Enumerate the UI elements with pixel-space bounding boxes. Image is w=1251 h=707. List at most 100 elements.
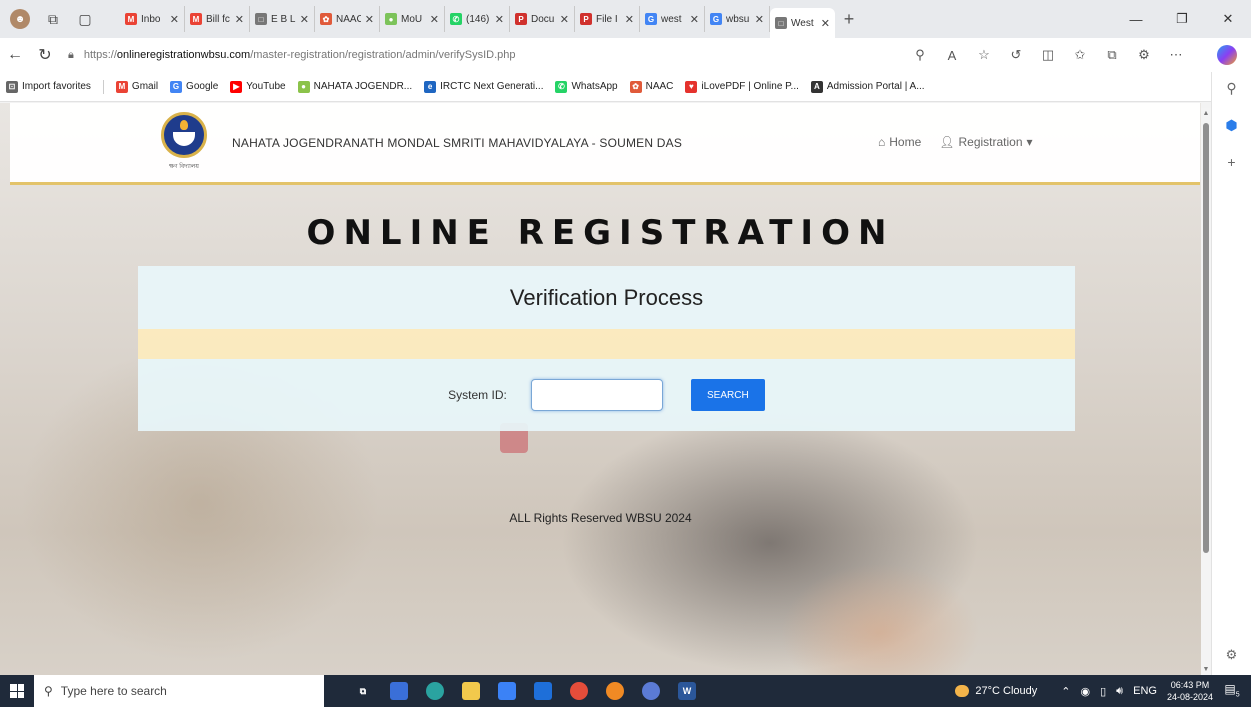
task-view-icon[interactable]: ⧉ xyxy=(354,682,372,700)
system-id-input[interactable] xyxy=(530,379,663,411)
office-icon[interactable]: ⬢ xyxy=(1225,117,1237,134)
favorite-link[interactable]: M Gmail xyxy=(115,80,158,93)
start-button[interactable] xyxy=(0,684,34,698)
favorite-label: Admission Portal | A... xyxy=(826,81,925,92)
volume-icon[interactable]: 🔊︎ xyxy=(1116,685,1123,698)
chevron-up-icon[interactable]: ⌃ xyxy=(1061,685,1070,698)
site-title: NAHATA JOGENDRANATH MONDAL SMRITI MAHAVI… xyxy=(232,136,683,150)
chrome-icon[interactable] xyxy=(570,682,588,700)
favorite-link[interactable]: ▶ YouTube xyxy=(230,80,286,93)
youtube-icon: ▶ xyxy=(230,80,243,93)
read-aloud-icon[interactable]: A xyxy=(945,48,959,63)
favorite-star-icon[interactable]: ☆ xyxy=(977,47,991,63)
browser-tab[interactable]: ● MoU ✕ xyxy=(380,6,445,32)
tab-close-icon[interactable]: ✕ xyxy=(495,13,504,26)
ilovepdf-icon: ♥ xyxy=(685,80,698,93)
profile-avatar[interactable]: ☻ xyxy=(10,9,30,29)
google-icon: G xyxy=(170,80,183,93)
new-tab-button[interactable]: + xyxy=(835,9,863,30)
copilot-icon[interactable] xyxy=(1217,45,1237,65)
refresh-button[interactable]: ↻ xyxy=(30,45,60,65)
tab-close-icon[interactable]: ✕ xyxy=(690,13,699,26)
nav-home-link[interactable]: ⌂ Home xyxy=(878,135,921,149)
copilot-app-icon[interactable] xyxy=(390,682,408,700)
browser-tab[interactable]: P File I ✕ xyxy=(575,6,640,32)
favorite-link[interactable]: ♥ iLovePDF | Online P... xyxy=(685,80,799,93)
browser-tab[interactable]: M Inbo ✕ xyxy=(120,6,185,32)
search-button[interactable]: SEARCH xyxy=(690,379,765,411)
scroll-down-arrow-icon[interactable]: ▼ xyxy=(1201,666,1211,673)
sidebar-settings-icon[interactable]: ⚙ xyxy=(1226,647,1238,663)
favorite-link[interactable]: ✆ WhatsApp xyxy=(555,80,618,93)
search-icon[interactable]: ⚲ xyxy=(1226,80,1236,97)
tab-close-icon[interactable]: ✕ xyxy=(365,13,374,26)
browser-tab[interactable]: Gwest ✕ xyxy=(640,6,705,32)
nav-home-label: Home xyxy=(889,135,922,149)
taskbar-search[interactable]: ⚲ Type here to search xyxy=(34,675,324,707)
browser-tab[interactable]: □ E B L ✕ xyxy=(250,6,315,32)
minimize-button[interactable]: — xyxy=(1113,12,1159,27)
tab-close-icon[interactable]: ✕ xyxy=(170,13,179,26)
address-field[interactable]: 🔒︎ https:// onlineregistrationwbsu.com /… xyxy=(68,49,818,62)
tab-actions-icon[interactable]: ▢ xyxy=(76,10,94,28)
page-icon: □ xyxy=(775,17,787,29)
tab-label: Bill fc xyxy=(206,13,230,25)
more-icon[interactable]: ⋯ xyxy=(1169,47,1183,63)
favorite-link[interactable]: ✿ NAAC xyxy=(629,80,673,93)
mail-icon[interactable] xyxy=(534,682,552,700)
collections-icon[interactable]: ⧉ xyxy=(1105,47,1119,63)
tab-close-icon[interactable]: ✕ xyxy=(300,13,309,26)
browser-tab[interactable]: P Docu ✕ xyxy=(510,6,575,32)
close-window-button[interactable]: ✕ xyxy=(1205,11,1251,27)
favorite-link[interactable]: A Admission Portal | A... xyxy=(810,80,925,93)
nav-registration-dropdown[interactable]: 👤︎ Registration ▾ xyxy=(939,135,1032,149)
battery-icon[interactable]: ▯ xyxy=(1100,685,1106,698)
naac-icon: ✿ xyxy=(629,80,642,93)
refresh-page-icon[interactable]: ↺ xyxy=(1009,47,1023,63)
back-button[interactable]: ← xyxy=(0,46,30,64)
favorite-link[interactable]: G Google xyxy=(170,80,218,93)
tab-close-icon[interactable]: ✕ xyxy=(821,17,830,30)
browser-tab[interactable]: ✆ (146) ✕ xyxy=(445,6,510,32)
browser-tab[interactable]: M Bill fc ✕ xyxy=(185,6,250,32)
tab-close-icon[interactable]: ✕ xyxy=(755,13,764,26)
scrollbar-thumb[interactable] xyxy=(1203,123,1209,553)
favorite-link[interactable]: ⊡ Import favorites xyxy=(6,80,91,93)
favorites-icon[interactable]: ✩ xyxy=(1073,47,1087,63)
network-icon[interactable]: ◉ xyxy=(1081,685,1091,698)
browser-tab[interactable]: □ West ✕ xyxy=(770,8,835,38)
tab-close-icon[interactable]: ✕ xyxy=(235,13,244,26)
app-icon[interactable] xyxy=(642,682,660,700)
tab-close-icon[interactable]: ✕ xyxy=(430,13,439,26)
favorite-link[interactable]: ● NAHATA JOGENDR... xyxy=(297,80,412,93)
explorer-icon[interactable] xyxy=(462,682,480,700)
tab-label: NAAC xyxy=(336,13,361,25)
lock-icon[interactable]: 🔒︎ xyxy=(68,49,74,62)
tab-close-icon[interactable]: ✕ xyxy=(625,13,634,26)
workspaces-icon[interactable]: ⧉ xyxy=(44,10,62,28)
favorite-link[interactable]: e IRCTC Next Generati... xyxy=(424,80,543,93)
store-icon[interactable] xyxy=(498,682,516,700)
window-controls: — ❐ ✕ xyxy=(1113,0,1251,38)
page-scrollbar[interactable]: ▲ ▼ xyxy=(1201,108,1211,675)
firefox-icon[interactable] xyxy=(606,682,624,700)
clock[interactable]: 06:43 PM 24-08-2024 xyxy=(1167,679,1213,703)
word-icon[interactable]: W xyxy=(678,682,696,700)
lamp-emblem-icon xyxy=(161,112,207,158)
browser-tab[interactable]: ✿ NAAC ✕ xyxy=(315,6,380,32)
weather-widget[interactable]: 27°C Cloudy xyxy=(955,685,1037,697)
portal-icon: A xyxy=(810,80,823,93)
language-indicator[interactable]: ENG xyxy=(1133,685,1157,697)
restore-button[interactable]: ❐ xyxy=(1159,11,1205,27)
add-sidebar-app-icon[interactable]: + xyxy=(1227,154,1235,170)
zoom-icon[interactable]: ⚲ xyxy=(913,47,927,63)
browser-tab[interactable]: Gwbsu ✕ xyxy=(705,6,770,32)
extensions-icon[interactable]: ⚙ xyxy=(1137,47,1151,63)
address-bar-row: ← ↻ 🔒︎ https:// onlineregistrationwbsu.c… xyxy=(0,38,1251,72)
scroll-up-arrow-icon[interactable]: ▲ xyxy=(1201,110,1211,117)
split-screen-icon[interactable]: ◫ xyxy=(1041,47,1055,63)
notifications-icon[interactable]: ▤5 xyxy=(1223,682,1241,700)
tab-close-icon[interactable]: ✕ xyxy=(560,13,569,26)
edge-icon[interactable] xyxy=(426,682,444,700)
folder-icon: ⊡ xyxy=(6,80,18,93)
